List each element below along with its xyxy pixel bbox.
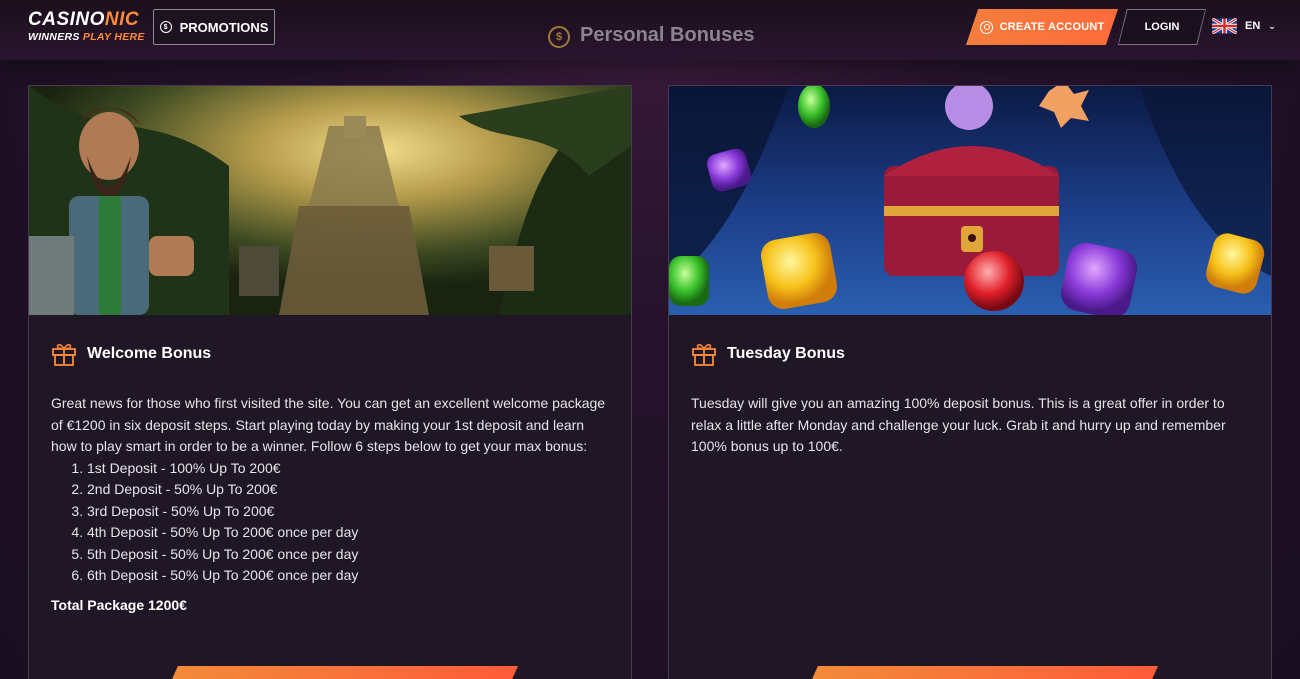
login-label: LOGIN bbox=[1144, 21, 1180, 33]
deposit-steps-list: 1st Deposit - 100% Up To 200€ 2nd Deposi… bbox=[87, 458, 609, 587]
list-item: 3rd Deposit - 50% Up To 200€ bbox=[87, 501, 609, 523]
card-title: Welcome Bonus bbox=[87, 345, 212, 362]
gift-icon bbox=[692, 343, 716, 366]
card-heading: Tuesday Bonus bbox=[691, 341, 845, 367]
list-item: 4th Deposit - 50% Up To 200€ once per da… bbox=[87, 522, 609, 544]
page-title-text: Personal Bonuses bbox=[580, 23, 755, 46]
uk-flag-icon bbox=[1212, 18, 1237, 34]
top-header: CASINONIC WINNERS PLAY HERE $ PROMOTIONS… bbox=[0, 0, 1300, 60]
logo-tagline: WINNERS PLAY HERE bbox=[28, 31, 145, 43]
list-item: 2nd Deposit - 50% Up To 200€ bbox=[87, 479, 609, 501]
welcome-bonus-banner-image bbox=[29, 86, 631, 315]
gift-icon bbox=[52, 343, 76, 366]
language-code: EN bbox=[1245, 20, 1261, 32]
page-title: $ Personal Bonuses bbox=[548, 22, 755, 48]
list-item: 6th Deposit - 50% Up To 200€ once per da… bbox=[87, 565, 609, 587]
logo-wordmark: CASINONIC bbox=[28, 9, 140, 30]
claim-bonus-button[interactable] bbox=[800, 666, 1158, 679]
list-item: 1st Deposit - 100% Up To 200€ bbox=[87, 458, 609, 480]
casino-logo[interactable]: CASINONIC WINNERS PLAY HERE bbox=[28, 9, 145, 44]
bonus-card-welcome: Welcome Bonus Great news for those who f… bbox=[28, 85, 632, 679]
card-description: Tuesday will give you an amazing 100% de… bbox=[691, 393, 1249, 458]
login-button[interactable]: LOGIN bbox=[1119, 10, 1205, 44]
create-account-button[interactable]: CREATE ACCOUNT bbox=[966, 9, 1118, 45]
language-selector[interactable]: EN ⌄ bbox=[1212, 18, 1276, 34]
total-package: Total Package 1200€ bbox=[51, 596, 187, 613]
card-heading: Welcome Bonus bbox=[51, 341, 211, 367]
bonus-card-tuesday: Tuesday Bonus Tuesday will give you an a… bbox=[668, 85, 1272, 679]
card-description: Great news for those who first visited t… bbox=[51, 393, 609, 616]
promotions-label: PROMOTIONS bbox=[179, 19, 269, 35]
chevron-down-icon: ⌄ bbox=[1268, 20, 1276, 31]
coin-icon: $ bbox=[159, 21, 172, 33]
tuesday-bonus-banner-image bbox=[669, 86, 1271, 315]
claim-bonus-button[interactable] bbox=[160, 666, 518, 679]
card-intro: Great news for those who first visited t… bbox=[51, 395, 606, 454]
user-icon bbox=[979, 20, 993, 34]
create-account-label: CREATE ACCOUNT bbox=[999, 21, 1105, 33]
coin-icon: $ bbox=[548, 26, 570, 48]
card-intro: Tuesday will give you an amazing 100% de… bbox=[691, 395, 1226, 454]
card-title: Tuesday Bonus bbox=[727, 345, 845, 362]
list-item: 5th Deposit - 50% Up To 200€ once per da… bbox=[87, 544, 609, 566]
promotions-button[interactable]: $ PROMOTIONS bbox=[153, 9, 275, 45]
